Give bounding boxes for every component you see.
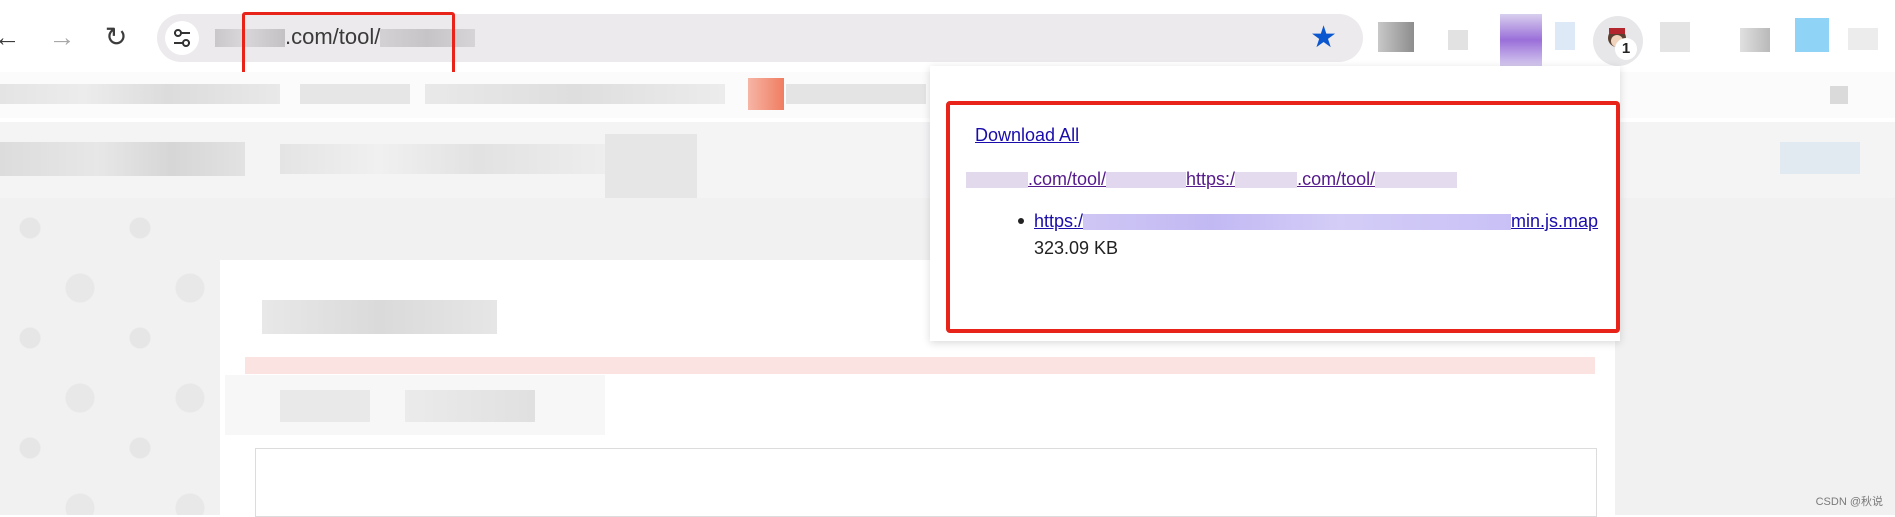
extension-icon[interactable] xyxy=(1555,22,1575,50)
extension-icon[interactable] xyxy=(1795,18,1829,52)
browser-toolbar: ← → ↻ .com/tool/ ★ 1 xyxy=(0,0,1895,76)
file-list: https:/ min.js.map 323.09 KB xyxy=(1016,211,1606,259)
bookmark-item[interactable] xyxy=(1830,86,1848,104)
redacted-text xyxy=(1083,214,1512,231)
page-url-link[interactable]: .com/tool/ xyxy=(1028,169,1106,189)
url-highlight-box xyxy=(242,12,455,76)
back-icon[interactable]: ← xyxy=(0,20,24,54)
redacted-text xyxy=(1235,172,1298,189)
content-box xyxy=(255,448,1597,517)
extension-icon[interactable] xyxy=(1500,14,1542,66)
bookmark-item[interactable] xyxy=(786,84,926,104)
bookmark-item[interactable] xyxy=(748,78,784,110)
extension-icon[interactable] xyxy=(1378,22,1414,52)
page-url-row: .com/tool/https:/ .com/tool/ xyxy=(966,169,1458,190)
bookmark-star-icon[interactable]: ★ xyxy=(1310,21,1337,55)
site-nav-active[interactable] xyxy=(605,134,697,204)
menu-icon[interactable] xyxy=(1848,28,1878,50)
card-title xyxy=(262,300,497,334)
list-item: https:/ min.js.map 323.09 KB xyxy=(1016,211,1606,259)
page-url-link[interactable]: .com/tool/ xyxy=(1297,169,1375,189)
card-tab[interactable] xyxy=(280,390,370,422)
page-url-link[interactable]: https:/ xyxy=(1186,169,1235,189)
file-size: 323.09 KB xyxy=(1034,238,1119,258)
card-tab[interactable] xyxy=(405,390,535,422)
profile-badge: 1 xyxy=(1615,38,1637,60)
watermark: CSDN @秋说 xyxy=(1815,496,1883,508)
bookmark-items[interactable] xyxy=(0,84,280,104)
extension-icon[interactable] xyxy=(1660,22,1690,52)
download-all-link[interactable]: Download All xyxy=(975,125,1079,146)
site-nav[interactable] xyxy=(280,144,610,174)
file-link-start: https:/ xyxy=(1034,211,1084,231)
file-link[interactable]: https:/ min.js.map xyxy=(1034,211,1598,231)
redacted-text xyxy=(1375,172,1458,189)
bullet-icon xyxy=(1018,218,1024,224)
bookmark-items[interactable] xyxy=(425,84,725,104)
forward-icon[interactable]: → xyxy=(45,20,79,54)
extension-icon[interactable] xyxy=(1448,30,1468,50)
bookmark-item[interactable] xyxy=(300,84,410,104)
file-link-end: min.js.map xyxy=(1511,211,1599,231)
redacted-text xyxy=(1106,172,1187,189)
site-settings-icon xyxy=(174,29,190,47)
reload-icon[interactable]: ↻ xyxy=(99,20,133,54)
site-info-button[interactable] xyxy=(165,21,199,55)
background-ornament xyxy=(0,198,220,515)
site-user-menu[interactable] xyxy=(1780,142,1860,174)
site-logo xyxy=(0,142,245,176)
extension-icon[interactable] xyxy=(1740,28,1770,52)
alert-bar xyxy=(245,357,1595,374)
redacted-text xyxy=(966,172,1028,189)
